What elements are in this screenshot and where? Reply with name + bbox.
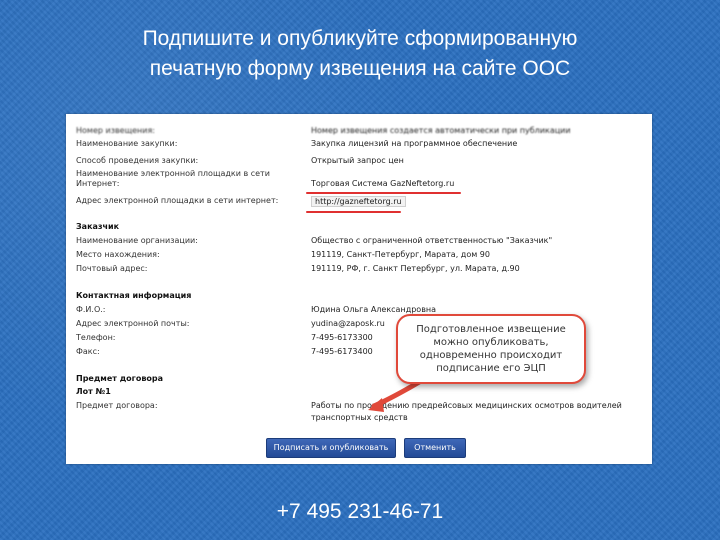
form-label: Факс: [76, 347, 100, 356]
contact-phone: +7 495 231-46-71 [276, 500, 444, 523]
form-value: Работы по проведению предрейсовых медици… [311, 401, 622, 410]
form-label: Наименование электронной площадки в сети [76, 169, 270, 178]
form-value: 191119, Санкт-Петербург, Марата, дом 90 [311, 250, 490, 259]
slide-title-line-1: Подпишите и опубликуйте сформированную [142, 27, 578, 50]
form-value: 191119, РФ, г. Санкт Петербург, ул. Мара… [311, 264, 520, 273]
form-value: Торговая Система GazNeftetorg.ru [311, 179, 455, 188]
form-row-platform-address: Адрес электронной площадки в сети интерн… [76, 196, 646, 208]
form-value: Закупка лицензий на программное обеспече… [311, 139, 518, 148]
section-customer: Заказчик [76, 222, 120, 231]
sign-and-publish-button[interactable]: Подписать и опубликовать [266, 438, 396, 458]
form-label: Способ проведения закупки: [76, 156, 199, 165]
highlight-underline [306, 192, 461, 194]
form-label: Адрес электронной почты: [76, 319, 190, 328]
form-label: Адрес электронной площадки в сети интерн… [76, 196, 279, 205]
section-contact: Контактная информация [76, 291, 192, 300]
platform-link[interactable]: http://gazneftetorg.ru [311, 196, 406, 207]
form-label: Интернет: [76, 179, 120, 188]
form-label: Наименование организации: [76, 236, 198, 245]
form-label: Наименование закупки: [76, 139, 178, 148]
cancel-button[interactable]: Отменить [404, 438, 466, 458]
form-label: Телефон: [76, 333, 116, 342]
slide-title-line-2: печатную форму извещения на сайте ООС [149, 57, 571, 80]
form-row-purchase-name: Наименование закупки: Закупка лицензий н… [76, 139, 646, 151]
form-value: транспортных средств [311, 413, 408, 422]
form-value: yudina@zaposk.ru [311, 319, 385, 328]
form-row-subject: Предмет договора: Работы по проведению п… [76, 401, 646, 413]
form-row-org-name: Наименование организации: Общество с огр… [76, 236, 646, 248]
notice-form-screenshot: Номер извещения: Номер извещения создает… [66, 114, 652, 464]
form-value: 7-495-6173400 [311, 347, 373, 356]
section-subject: Предмет договора [76, 374, 164, 383]
form-row-location: Место нахождения: 191119, Санкт-Петербур… [76, 250, 646, 262]
form-value: 7-495-6173300 [311, 333, 373, 342]
form-label: Предмет договора: [76, 401, 158, 410]
highlight-underline [306, 211, 401, 213]
form-value: Открытый запрос цен [311, 156, 404, 165]
form-row-platform-name-2: Интернет: Торговая Система GazNeftetorg.… [76, 179, 646, 191]
form-value: Номер извещения создается автоматически … [311, 126, 571, 135]
slide-title: Подпишите и опубликуйте сформированную п… [0, 24, 720, 84]
form-value: Юдина Ольга Александровна [311, 305, 437, 314]
form-label: Ф.И.О.: [76, 305, 106, 314]
form-row-notice-number: Номер извещения: Номер извещения создает… [76, 126, 646, 138]
form-row-subject-cont: транспортных средств [76, 413, 646, 425]
form-row-postal-address: Почтовый адрес: 191119, РФ, г. Санкт Пет… [76, 264, 646, 276]
form-row-purchase-method: Способ проведения закупки: Открытый запр… [76, 156, 646, 168]
form-label: Место нахождения: [76, 250, 160, 259]
form-label: Почтовый адрес: [76, 264, 148, 273]
form-value: Общество с ограниченной ответственностью… [311, 236, 553, 245]
callout-note: Подготовленное извещение можно опубликов… [396, 314, 586, 384]
form-label: Номер извещения: [76, 126, 155, 135]
lot-number: Лот №1 [76, 387, 111, 396]
